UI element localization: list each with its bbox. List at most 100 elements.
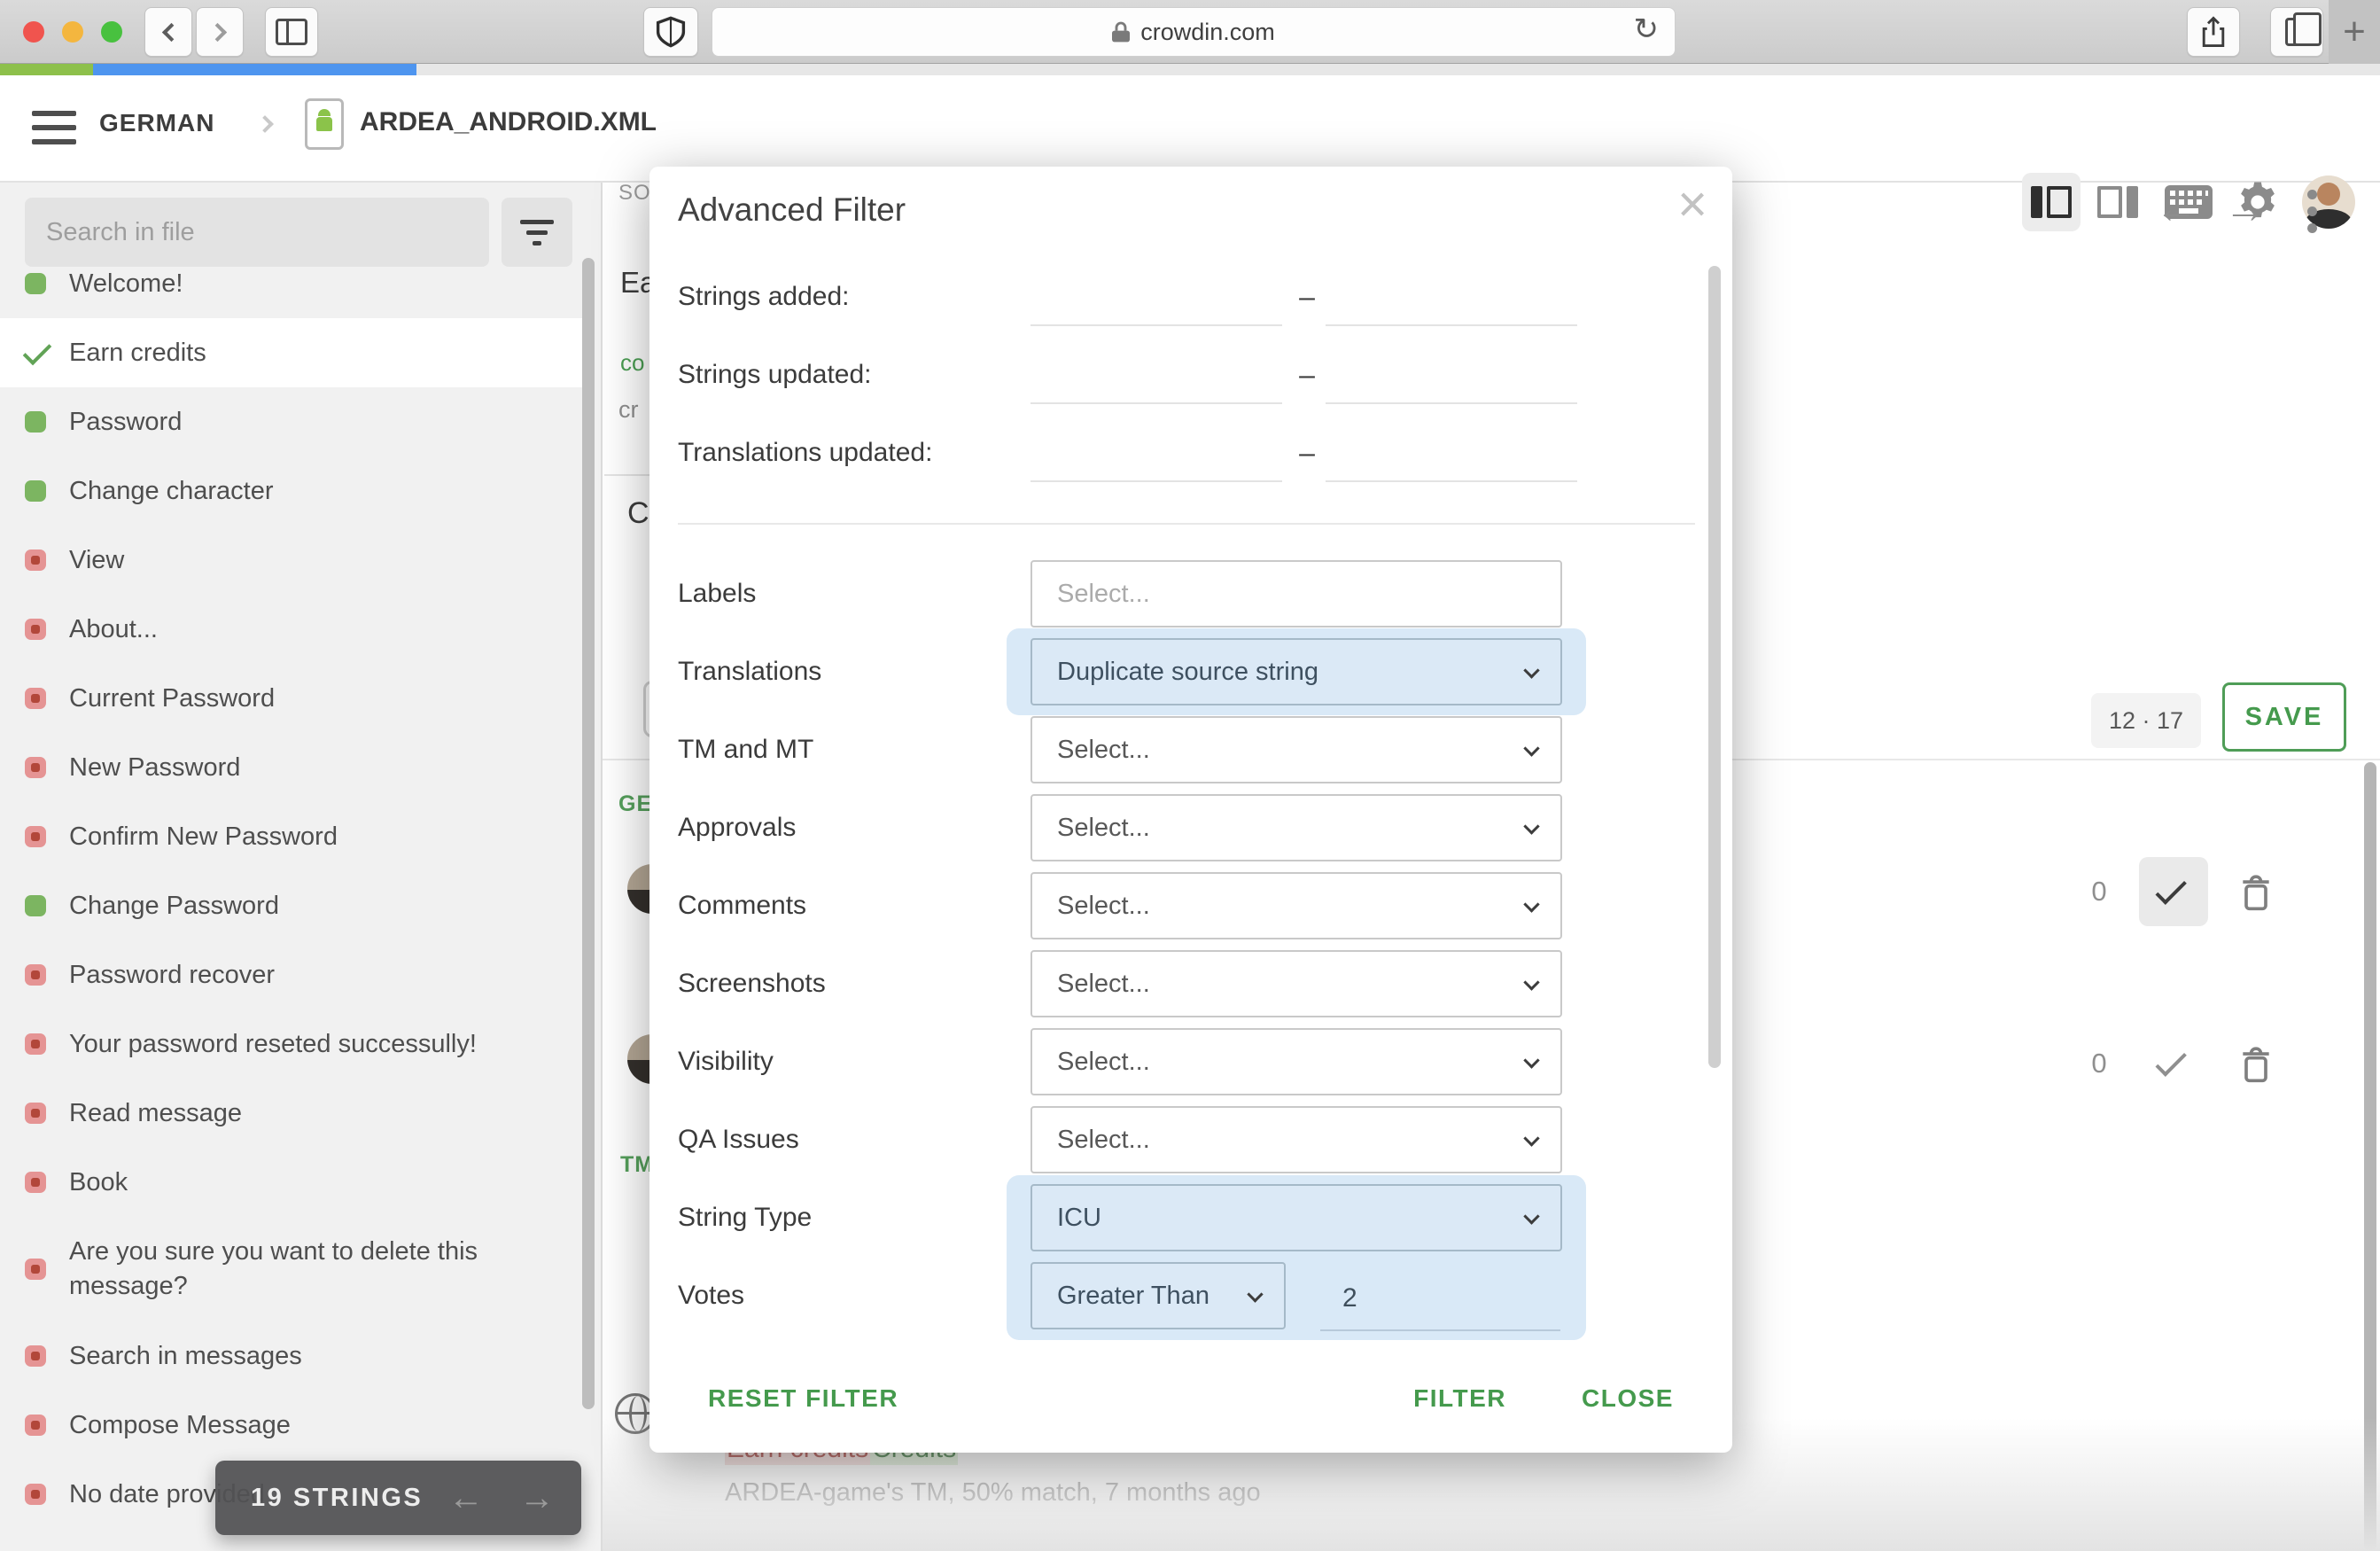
list-item[interactable]: Confirm New Password (0, 802, 583, 871)
string-label: Your password reseted successully! (69, 1030, 477, 1059)
filter-row-strings-added: Strings added: – (649, 258, 1695, 336)
filter-row-qa-issues: QA Issues Select... (649, 1101, 1695, 1179)
check-icon (2155, 873, 2186, 904)
list-item[interactable]: Welcome! (0, 249, 583, 318)
list-item[interactable]: Compose Message (0, 1391, 583, 1460)
next-string-button[interactable]: → (519, 1478, 555, 1518)
status-badge (25, 1345, 46, 1367)
translations-updated-from-input[interactable] (1031, 432, 1282, 482)
list-item[interactable]: Change character (0, 456, 583, 526)
context-link-fragment: co (620, 349, 644, 377)
list-item[interactable]: Are you sure you want to delete this mes… (0, 1217, 583, 1321)
zoom-window-button[interactable] (101, 21, 122, 43)
strings-added-from-input[interactable] (1031, 276, 1282, 326)
menu-button[interactable] (32, 107, 76, 148)
reset-filter-button[interactable]: RESET FILTER (708, 1384, 898, 1413)
string-label: Compose Message (69, 1411, 291, 1440)
labels-input[interactable]: Select... (1031, 560, 1562, 627)
status-badge (25, 1172, 46, 1193)
save-button[interactable]: SAVE (2222, 682, 2346, 752)
selected-value: Select... (1057, 814, 1150, 843)
chevron-down-icon (1523, 1208, 1539, 1224)
check-icon (2155, 1045, 2186, 1076)
translations-select[interactable]: Duplicate source string (1031, 638, 1562, 705)
screenshots-select[interactable]: Select... (1031, 950, 1562, 1017)
votes-number-input[interactable]: 2 (1320, 1267, 1560, 1331)
address-bar[interactable]: crowdin.com ↻ (712, 7, 1676, 57)
list-item[interactable]: Password recover (0, 940, 583, 1009)
string-label: Earn credits (69, 339, 206, 368)
close-button[interactable]: CLOSE (1582, 1384, 1674, 1413)
filter-row-votes: Votes Greater Than 2 (649, 1257, 1695, 1335)
string-list: Welcome! Earn credits Password Change ch… (0, 249, 583, 1529)
votes-comparison-select[interactable]: Greater Than (1031, 1262, 1286, 1329)
back-button[interactable] (144, 7, 192, 57)
minimize-window-button[interactable] (62, 21, 83, 43)
list-item[interactable]: Search in messages (0, 1321, 583, 1391)
next-arrow-button[interactable]: → (2224, 184, 2267, 233)
tm-mt-select[interactable]: Select... (1031, 716, 1562, 783)
side-by-side-view-button[interactable] (2022, 173, 2081, 231)
previous-string-button[interactable]: ← (448, 1478, 484, 1518)
list-item[interactable]: Your password reseted successully! (0, 1009, 583, 1079)
strings-updated-to-input[interactable] (1326, 354, 1577, 404)
string-label: Are you sure you want to delete this mes… (69, 1235, 494, 1304)
approvals-select[interactable]: Select... (1031, 794, 1562, 861)
breadcrumb-language[interactable]: GERMAN (99, 109, 214, 137)
strings-count-label: 19 STRINGS (251, 1484, 423, 1513)
list-item[interactable]: New Password (0, 733, 583, 802)
modal-scrollbar[interactable] (1708, 266, 1721, 1068)
breadcrumb-file-name[interactable]: ARDEA_ANDROID.XML (360, 107, 657, 137)
previous-arrow-button[interactable]: ← (2155, 184, 2197, 233)
source-string-label-fragment: SO (618, 181, 651, 206)
delete-button[interactable] (2236, 870, 2275, 915)
approve-button[interactable] (2139, 1029, 2208, 1098)
new-tab-button[interactable]: + (2329, 0, 2380, 64)
share-button[interactable] (2187, 7, 2240, 57)
more-options-button[interactable] (2307, 190, 2317, 233)
approve-button[interactable] (2139, 857, 2208, 926)
list-item[interactable]: About... (0, 595, 583, 664)
status-badge (25, 895, 46, 916)
string-type-select[interactable]: ICU (1031, 1184, 1562, 1251)
sidebar-scrollbar[interactable] (582, 258, 595, 1409)
strings-updated-from-input[interactable] (1031, 354, 1282, 404)
list-item[interactable]: Current Password (0, 664, 583, 733)
delete-button[interactable] (2236, 1042, 2275, 1087)
suggestion-actions-row: 0 (2088, 856, 2300, 927)
filter-button[interactable]: FILTER (1413, 1384, 1506, 1413)
chevron-down-icon (1523, 740, 1539, 756)
show-tabs-button[interactable] (2270, 7, 2323, 57)
filter-row-visibility: Visibility Select... (649, 1023, 1695, 1101)
list-item[interactable]: Book (0, 1148, 583, 1217)
close-icon[interactable]: × (1677, 179, 1707, 230)
list-item[interactable]: Read message (0, 1079, 583, 1148)
close-window-button[interactable] (23, 21, 44, 43)
list-item[interactable]: View (0, 526, 583, 595)
reload-icon[interactable]: ↻ (1634, 12, 1660, 47)
status-badge (25, 964, 46, 986)
chevron-down-icon (1523, 1052, 1539, 1068)
field-label: Labels (678, 579, 756, 609)
comments-select[interactable]: Select... (1031, 872, 1562, 939)
browser-window: crowdin.com ↻ + GERMAN ARDEA_ANDROID.XML (0, 0, 2380, 1551)
list-item[interactable]: Earn credits (0, 318, 583, 387)
range-dash: – (1289, 281, 1325, 314)
translations-updated-to-input[interactable] (1326, 432, 1577, 482)
list-item[interactable]: Password (0, 387, 583, 456)
forward-button[interactable] (196, 7, 244, 57)
strings-count-pill: 19 STRINGS ← → (215, 1461, 581, 1535)
status-badge (25, 757, 46, 778)
visibility-select[interactable]: Select... (1031, 1028, 1562, 1095)
filter-row-labels: Labels Select... (649, 555, 1695, 633)
field-label: Screenshots (678, 969, 826, 999)
filter-row-string-type: String Type ICU (649, 1179, 1695, 1257)
comfortable-view-button[interactable] (2091, 173, 2144, 231)
qa-issues-select[interactable]: Select... (1031, 1106, 1562, 1173)
right-panel-layout-icon (2097, 186, 2138, 218)
list-item[interactable]: Change Password (0, 871, 583, 940)
chevron-down-icon (1523, 896, 1539, 912)
strings-added-to-input[interactable] (1326, 276, 1577, 326)
sidebar-toggle-button[interactable] (265, 7, 318, 57)
privacy-shield-button[interactable] (643, 7, 698, 57)
